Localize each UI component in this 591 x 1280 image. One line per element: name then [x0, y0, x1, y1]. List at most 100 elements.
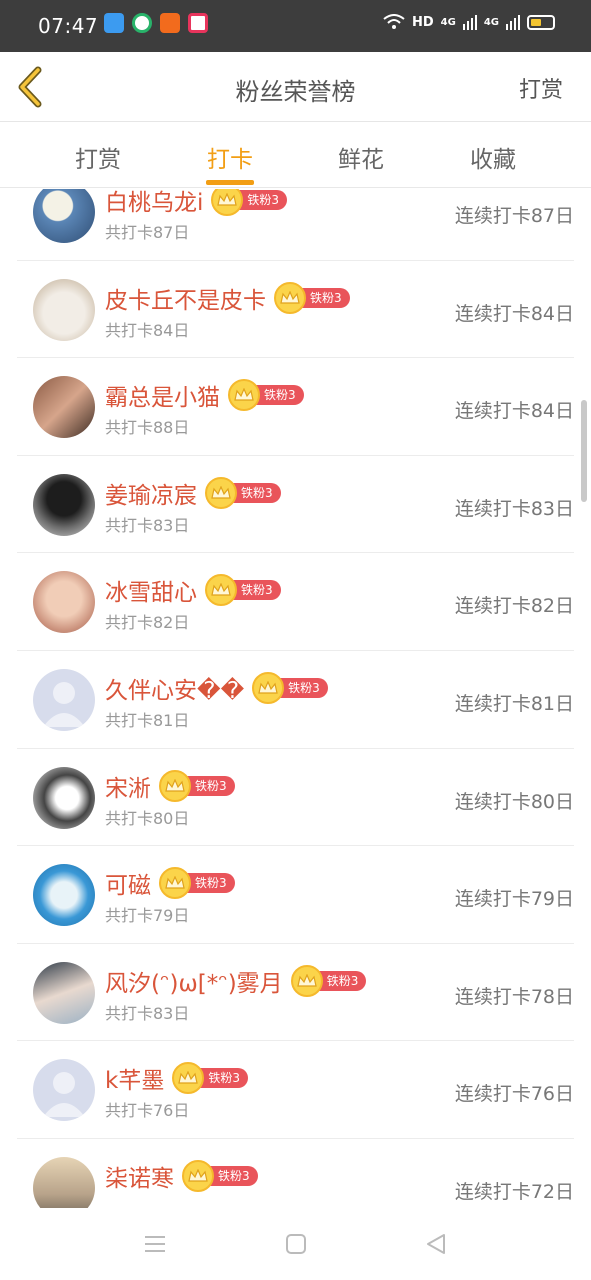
list-item[interactable]: 白桃乌龙i 铁粉3 共打卡87日 连续打卡87日	[17, 189, 574, 261]
signal-4g-label-1: 4G	[440, 16, 456, 28]
streak-count: 连续打卡84日	[454, 302, 574, 325]
user-name[interactable]: 风汐(ᵔ)ω[*ᵔ)雾月	[105, 964, 283, 998]
default-user-icon	[43, 681, 85, 727]
user-name[interactable]: 皮卡丘不是皮卡	[105, 281, 266, 315]
fan-level-badge: 铁粉3	[172, 1062, 248, 1095]
avatar[interactable]	[33, 189, 95, 243]
user-name[interactable]: 白桃乌龙i	[105, 189, 203, 217]
avatar[interactable]	[33, 278, 95, 341]
list-item[interactable]: 柒诺寒 铁粉3 连续打卡72日	[17, 1139, 574, 1208]
list-item[interactable]: 久伴心安�� 铁粉3 共打卡81日 连续打卡81日	[17, 651, 574, 749]
user-name[interactable]: 冰雪甜心	[105, 573, 197, 607]
system-indicators: HD 4G 4G	[383, 14, 555, 30]
wifi-icon	[383, 14, 405, 29]
user-name[interactable]: 柒诺寒	[105, 1159, 174, 1193]
tab-checkin[interactable]: 打卡	[185, 140, 275, 174]
avatar[interactable]	[33, 864, 95, 927]
page-title: 粉丝荣誉榜	[235, 78, 356, 106]
list-item[interactable]: 姜瑜凉宸 铁粉3 共打卡83日 连续打卡83日	[17, 456, 574, 554]
tab-flowers[interactable]: 鲜花	[316, 140, 406, 174]
list-item[interactable]: 皮卡丘不是皮卡 铁粉3 共打卡84日 连续打卡84日	[17, 261, 574, 359]
fan-level-badge: 铁粉3	[274, 281, 350, 314]
streak-count: 连续打卡78日	[454, 985, 574, 1008]
streak-count: 连续打卡82日	[454, 595, 574, 618]
list-item[interactable]: 风汐(ᵔ)ω[*ᵔ)雾月 铁粉3 共打卡83日 连续打卡78日	[17, 944, 574, 1042]
hd-label: HD	[411, 14, 434, 30]
name-line: 风汐(ᵔ)ω[*ᵔ)雾月 铁粉3	[105, 964, 367, 998]
user-name[interactable]: 姜瑜凉宸	[105, 476, 197, 510]
streak-count: 连续打卡72日	[454, 1180, 574, 1203]
list-item[interactable]: 霸总是小猫 铁粉3 共打卡88日 连续打卡84日	[17, 358, 574, 456]
tab-bar: 打赏 打卡 鲜花 收藏	[0, 122, 591, 188]
fan-level-badge: 铁粉3	[182, 1159, 258, 1192]
fan-level-badge: 铁粉3	[205, 574, 281, 607]
user-name[interactable]: 可磁	[105, 866, 151, 900]
crown-icon	[205, 574, 237, 607]
name-line: 霸总是小猫 铁粉3	[105, 378, 304, 412]
scrollbar[interactable]	[581, 400, 587, 502]
signal-icon	[462, 15, 477, 30]
total-checkins: 共打卡83日	[105, 1003, 190, 1023]
name-line: 皮卡丘不是皮卡 铁粉3	[105, 281, 350, 315]
tab-tip[interactable]: 打赏	[53, 140, 143, 174]
user-name[interactable]: 宋淅	[105, 769, 151, 803]
tip-link[interactable]: 打赏	[519, 72, 563, 104]
name-line: 久伴心安�� 铁粉3	[105, 671, 328, 705]
name-line: 柒诺寒 铁粉3	[105, 1159, 258, 1193]
fan-level-badge: 铁粉3	[205, 476, 281, 509]
app-header: 粉丝荣誉榜 打赏	[0, 52, 591, 122]
signal-4g-label-2: 4G	[483, 16, 499, 28]
avatar[interactable]	[33, 376, 95, 439]
streak-count: 连续打卡84日	[454, 400, 574, 423]
crown-icon	[159, 867, 191, 900]
list-item[interactable]: k芊墨 铁粉3 共打卡76日 连续打卡76日	[17, 1041, 574, 1139]
menu-icon[interactable]	[141, 1230, 169, 1258]
user-name[interactable]: 久伴心安��	[105, 671, 244, 705]
list-item[interactable]: 可磁 铁粉3 共打卡79日 连续打卡79日	[17, 846, 574, 944]
total-checkins: 共打卡84日	[105, 320, 190, 340]
ranking-list-content: 白桃乌龙i 铁粉3 共打卡87日 连续打卡87日 皮卡丘不是皮卡 铁粉3 共打卡84日 连续打…	[0, 189, 591, 1208]
crown-icon	[172, 1062, 205, 1095]
streak-count: 连续打卡81日	[454, 692, 574, 715]
name-line: 宋淅 铁粉3	[105, 769, 235, 803]
user-name[interactable]: 霸总是小猫	[105, 378, 220, 412]
tab-favorites[interactable]: 收藏	[448, 140, 538, 174]
fan-level-badge: 铁粉3	[159, 769, 235, 802]
total-checkins: 共打卡79日	[105, 906, 190, 926]
signal-icon-2	[506, 15, 520, 30]
active-tab-indicator	[206, 180, 254, 185]
total-checkins: 共打卡88日	[105, 418, 190, 438]
fan-level-badge: 铁粉3	[159, 867, 235, 900]
streak-count: 连续打卡87日	[454, 205, 574, 227]
home-icon[interactable]	[282, 1230, 310, 1258]
list-item[interactable]: 宋淅 铁粉3 共打卡80日 连续打卡80日	[17, 749, 574, 847]
total-checkins: 共打卡76日	[105, 1101, 190, 1121]
system-nav-bar	[0, 1208, 591, 1280]
avatar[interactable]	[33, 571, 95, 634]
total-checkins: 共打卡83日	[105, 515, 190, 535]
default-user-icon	[43, 1072, 85, 1118]
avatar[interactable]	[33, 1059, 95, 1122]
total-checkins: 共打卡81日	[105, 710, 190, 730]
user-name[interactable]: k芊墨	[105, 1061, 164, 1095]
avatar[interactable]	[33, 668, 95, 731]
avatar[interactable]	[33, 961, 95, 1024]
notification-icons	[104, 13, 208, 33]
back-nav-icon[interactable]	[422, 1230, 450, 1258]
status-time: 07:47	[38, 14, 99, 38]
avatar[interactable]	[33, 1156, 95, 1208]
video-app-icon	[188, 13, 208, 33]
qq-icon	[104, 13, 124, 33]
crown-icon	[205, 476, 237, 509]
streak-count: 连续打卡83日	[454, 497, 574, 520]
list-item[interactable]: 冰雪甜心 铁粉3 共打卡82日 连续打卡82日	[17, 553, 574, 651]
avatar[interactable]	[33, 473, 95, 536]
browser-icon	[132, 13, 152, 33]
fan-level-badge: 铁粉3	[290, 964, 367, 997]
ranking-list[interactable]: 白桃乌龙i 铁粉3 共打卡87日 连续打卡87日 皮卡丘不是皮卡 铁粉3 共打卡84日 连续打…	[0, 189, 591, 1208]
status-bar: 07:47 HD 4G 4G	[0, 0, 591, 52]
streak-count: 连续打卡76日	[454, 1083, 574, 1106]
crown-icon	[211, 189, 244, 216]
avatar[interactable]	[33, 766, 95, 829]
streak-count: 连续打卡80日	[454, 790, 574, 813]
